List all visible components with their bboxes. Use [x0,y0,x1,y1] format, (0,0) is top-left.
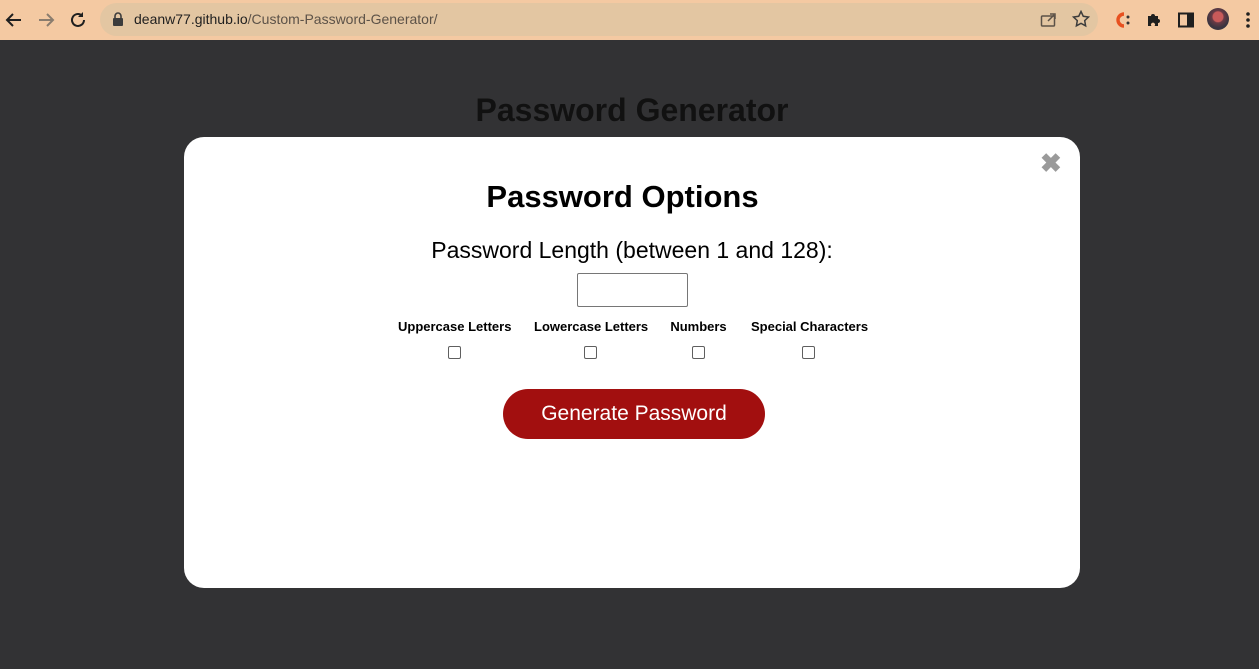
option-numbers: Numbers [670,319,727,359]
side-panel-icon[interactable] [1174,8,1198,32]
back-arrow-icon[interactable] [2,8,26,32]
lock-icon[interactable] [112,12,124,31]
page-title: Password Generator [475,92,789,128]
close-icon[interactable]: ✖ [1040,150,1062,176]
address-bar[interactable]: deanw77.github.io/Custom-Password-Genera… [100,3,1098,36]
lowercase-checkbox[interactable] [584,346,597,359]
modal-title: Password Options [486,179,759,214]
extension-c-icon[interactable] [1110,8,1134,32]
reload-icon[interactable] [66,8,90,32]
password-length-input[interactable] [577,273,688,307]
extensions-puzzle-icon[interactable] [1142,8,1166,32]
option-uppercase: Uppercase Letters [398,319,511,359]
option-special-characters: Special Characters [751,319,869,359]
password-length-label: Password Length (between 1 and 128): [431,237,833,263]
menu-kebab-icon[interactable] [1238,8,1258,32]
numbers-checkbox[interactable] [692,346,705,359]
profile-avatar[interactable] [1207,8,1229,30]
special-characters-checkbox[interactable] [801,346,815,359]
forward-arrow-icon[interactable] [34,8,58,32]
option-lowercase: Lowercase Letters [534,319,649,359]
generate-password-button[interactable]: Generate Password [503,389,765,439]
uppercase-checkbox[interactable] [448,346,461,359]
uppercase-label: Uppercase Letters [398,319,512,334]
share-icon[interactable] [1040,11,1058,32]
bookmark-star-icon[interactable] [1071,9,1091,33]
numbers-label: Numbers [670,319,727,334]
password-options-modal: ✖ Password Options Password Length (betw… [184,137,1080,588]
lowercase-label: Lowercase Letters [534,319,649,334]
browser-toolbar: deanw77.github.io/Custom-Password-Genera… [0,0,1259,40]
url-host: deanw77.github.io [134,11,248,27]
url-path: /Custom-Password-Generator/ [247,11,438,27]
url-text[interactable]: deanw77.github.io/Custom-Password-Genera… [134,11,438,27]
special-characters-label: Special Characters [751,319,869,334]
